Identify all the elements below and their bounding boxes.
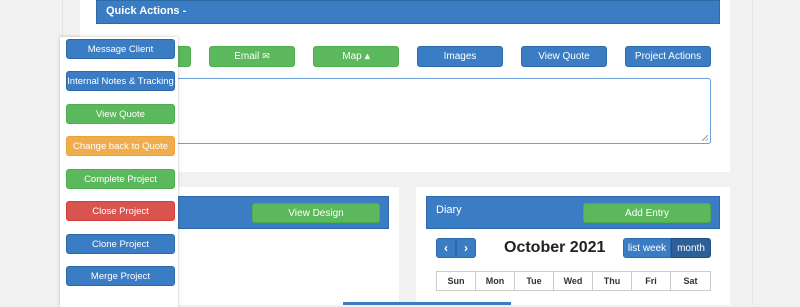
month-view-button[interactable]: month (671, 238, 711, 258)
view-quote-menu-button[interactable]: View Quote (66, 104, 175, 124)
quick-actions-header: Quick Actions - (96, 0, 720, 24)
day-header: Fri (631, 271, 671, 291)
merge-project-button[interactable]: Merge Project (66, 266, 175, 286)
view-design-label: View Design (288, 207, 344, 219)
day-header: Thu (592, 271, 632, 291)
add-entry-label: Add Entry (625, 207, 669, 219)
day-header: Sun (436, 271, 476, 291)
change-back-to-quote-button[interactable]: Change back to Quote (66, 136, 175, 156)
notes-textarea[interactable] (150, 78, 711, 144)
view-quote-button[interactable]: View Quote (521, 46, 607, 67)
chevron-left-icon: ‹ (444, 241, 448, 255)
day-header: Sat (670, 271, 711, 291)
clone-project-button[interactable]: Clone Project (66, 234, 175, 254)
menu-label: Close Project (92, 205, 149, 217)
resize-grip-icon[interactable] (702, 135, 708, 141)
menu-label: Internal Notes & Tracking (67, 75, 174, 87)
menu-label: Complete Project (84, 173, 157, 185)
menu-label: Clone Project (91, 238, 150, 250)
map-button[interactable]: Map ⩓ (313, 46, 399, 67)
road-icon: ⩓ (364, 51, 370, 61)
menu-label: View Quote (96, 108, 145, 120)
email-button[interactable]: Email ✉ (209, 46, 295, 67)
calendar-prev-button[interactable]: ‹ (436, 238, 456, 258)
chevron-right-icon: › (464, 241, 468, 255)
internal-notes-button[interactable]: Internal Notes & Tracking (66, 71, 175, 91)
day-header: Wed (553, 271, 593, 291)
map-label: Map (342, 51, 362, 62)
list-week-view-button[interactable]: list week (623, 238, 671, 258)
menu-label: Change back to Quote (72, 140, 169, 152)
quick-actions-title: Quick Actions - (106, 5, 187, 17)
message-client-button[interactable]: Message Client (66, 39, 175, 59)
day-header: Tue (514, 271, 554, 291)
project-actions-button[interactable]: Project Actions (625, 46, 711, 67)
email-label: Email (234, 51, 260, 62)
calendar-month-title: October 2021 (504, 239, 606, 256)
day-header: Mon (475, 271, 515, 291)
calendar-next-button[interactable]: › (456, 238, 476, 258)
view-design-button[interactable]: View Design (252, 203, 380, 223)
diary-title: Diary (436, 204, 462, 216)
project-side-menu: Message Client Internal Notes & Tracking… (60, 37, 178, 307)
menu-label: Merge Project (90, 270, 151, 282)
complete-project-button[interactable]: Complete Project (66, 169, 175, 189)
add-entry-button[interactable]: Add Entry (583, 203, 711, 223)
envelope-icon: ✉ (262, 51, 270, 61)
list-week-label: list week (627, 242, 667, 254)
close-project-button[interactable]: Close Project (66, 201, 175, 221)
view-quote-label: View Quote (538, 51, 590, 62)
month-label: month (677, 242, 705, 254)
images-button[interactable]: Images (417, 46, 503, 67)
project-actions-label: Project Actions (634, 51, 702, 62)
menu-label: Message Client (87, 43, 154, 55)
images-label: Images (443, 51, 477, 62)
